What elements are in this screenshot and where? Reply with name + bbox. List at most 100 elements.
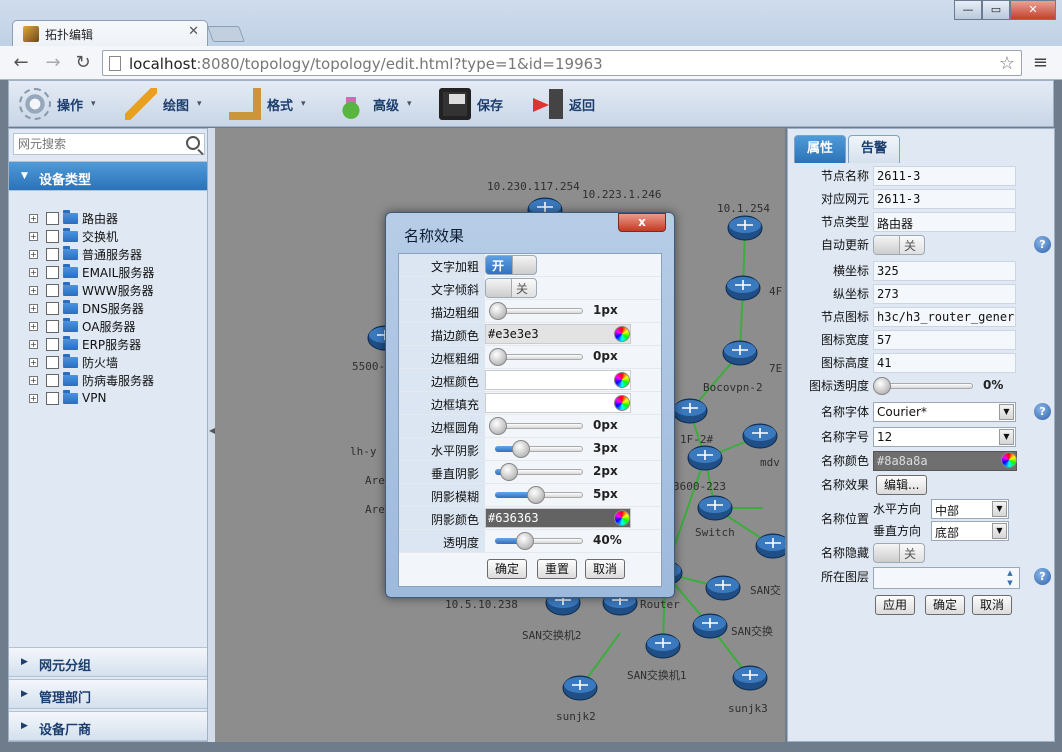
section-departments[interactable]: ▶ 管理部门 <box>9 679 207 709</box>
tree-checkbox[interactable] <box>46 391 59 405</box>
tree-checkbox[interactable] <box>46 355 59 369</box>
tree-item[interactable]: + 路由器 <box>29 209 154 227</box>
dialog-cancel-button[interactable]: 取消 <box>585 559 626 579</box>
shadow-color-field[interactable]: #636363 <box>485 508 631 528</box>
stroke-color-field[interactable]: #e3e3e3 <box>485 324 631 344</box>
help-icon[interactable]: ? <box>1034 236 1051 253</box>
expand-icon[interactable]: + <box>29 267 38 277</box>
tree-item[interactable]: + EMAIL服务器 <box>29 263 154 281</box>
tree-item[interactable]: + 防火墙 <box>29 353 154 371</box>
help-icon[interactable]: ? <box>1034 403 1051 420</box>
expand-icon[interactable]: + <box>29 285 38 295</box>
edit-effect-button[interactable]: 编辑... <box>876 475 928 495</box>
router-node-icon[interactable] <box>705 575 741 601</box>
color-picker-icon[interactable] <box>1001 452 1017 468</box>
tree-checkbox[interactable] <box>46 229 59 243</box>
expand-icon[interactable]: + <box>29 339 38 349</box>
panel-splitter[interactable]: ◀ <box>208 128 215 742</box>
bookmark-star-icon[interactable]: ☆ <box>999 53 1015 74</box>
shadow-blur-slider[interactable] <box>489 486 583 504</box>
x-coord-field[interactable]: 325 <box>873 261 1016 281</box>
v-direction-select[interactable]: 底部 ▼ <box>931 521 1009 541</box>
node-name-field[interactable]: 2611-3 <box>873 166 1016 186</box>
border-width-slider[interactable] <box>489 348 583 366</box>
address-bar[interactable]: localhost:8080/topology/topology/edit.ht… <box>102 50 1022 76</box>
expand-icon[interactable]: + <box>29 213 38 223</box>
color-picker-icon[interactable] <box>614 395 630 411</box>
transparency-slider[interactable] <box>489 532 583 550</box>
tree-checkbox[interactable] <box>46 211 59 225</box>
apply-button[interactable]: 应用 <box>875 595 916 615</box>
icon-width-field[interactable]: 57 <box>873 330 1016 350</box>
expand-icon[interactable]: + <box>29 393 38 403</box>
color-picker-icon[interactable] <box>614 510 630 526</box>
border-color-field[interactable] <box>485 370 631 390</box>
router-node-icon[interactable] <box>755 533 785 559</box>
back-arrow-icon[interactable]: ← <box>10 52 32 73</box>
tree-item[interactable]: + VPN <box>29 389 154 407</box>
tree-checkbox[interactable] <box>46 337 59 351</box>
tree-checkbox[interactable] <box>46 319 59 333</box>
expand-icon[interactable]: + <box>29 249 38 259</box>
dialog-reset-button[interactable]: 重置 <box>537 559 578 579</box>
tree-checkbox[interactable] <box>46 373 59 387</box>
forward-arrow-icon[interactable]: → <box>42 52 64 73</box>
bold-toggle[interactable]: 开 <box>485 255 537 275</box>
y-coord-field[interactable]: 273 <box>873 284 1016 304</box>
tree-item[interactable]: + OA服务器 <box>29 317 154 335</box>
h-direction-select[interactable]: 中部 ▼ <box>931 499 1009 519</box>
name-font-size-select[interactable]: 12 ▼ <box>873 427 1016 447</box>
node-type-field[interactable]: 路由器 <box>873 212 1016 232</box>
tab-properties[interactable]: 属性 <box>794 135 846 163</box>
color-picker-icon[interactable] <box>614 326 630 342</box>
router-node-icon[interactable] <box>562 675 598 701</box>
node-icon-field[interactable]: h3c/h3_router_general.s <box>873 307 1016 327</box>
ne-search-input[interactable] <box>14 134 182 154</box>
layer-spinner[interactable]: ▲ ▼ <box>873 567 1020 589</box>
router-node-icon[interactable] <box>672 398 708 424</box>
router-node-icon[interactable] <box>727 215 763 241</box>
router-node-icon[interactable] <box>687 445 723 471</box>
icon-height-field[interactable]: 41 <box>873 353 1016 373</box>
router-node-icon[interactable] <box>725 275 761 301</box>
tab-alarms[interactable]: 告警 <box>848 135 900 163</box>
browser-tab[interactable]: 拓扑编辑 ✕ <box>12 20 208 46</box>
section-device-types[interactable]: ▼ 设备类型 <box>9 161 207 191</box>
minimize-button[interactable]: — <box>954 0 982 20</box>
back-button[interactable]: 返回 <box>531 86 595 122</box>
search-icon[interactable] <box>186 136 200 150</box>
expand-icon[interactable]: + <box>29 321 38 331</box>
router-node-icon[interactable] <box>742 423 778 449</box>
operate-menu-button[interactable]: 操作 ▾ <box>19 86 96 122</box>
tree-checkbox[interactable] <box>46 283 59 297</box>
tree-checkbox[interactable] <box>46 247 59 261</box>
v-shadow-slider[interactable] <box>489 463 583 481</box>
router-node-icon[interactable] <box>732 665 768 691</box>
icon-opacity-slider[interactable] <box>873 377 973 395</box>
tree-item[interactable]: + 普通服务器 <box>29 245 154 263</box>
border-radius-slider[interactable] <box>489 417 583 435</box>
tree-item[interactable]: + DNS服务器 <box>29 299 154 317</box>
maximize-button[interactable]: ▭ <box>982 0 1010 20</box>
expand-icon[interactable]: + <box>29 357 38 367</box>
stroke-width-slider[interactable] <box>489 302 583 320</box>
expand-icon[interactable]: + <box>29 375 38 385</box>
color-picker-icon[interactable] <box>614 372 630 388</box>
router-node-icon[interactable] <box>645 633 681 659</box>
dialog-ok-button[interactable]: 确定 <box>487 559 528 579</box>
tree-item[interactable]: + ERP服务器 <box>29 335 154 353</box>
reload-icon[interactable]: ↻ <box>72 52 94 73</box>
section-ne-groups[interactable]: ▶ 网元分组 <box>9 647 207 677</box>
ne-field[interactable]: 2611-3 <box>873 189 1016 209</box>
name-color-field[interactable]: #8a8a8a <box>873 451 1017 471</box>
tree-item[interactable]: + 交换机 <box>29 227 154 245</box>
tree-checkbox[interactable] <box>46 301 59 315</box>
expand-icon[interactable]: + <box>29 303 38 313</box>
tree-checkbox[interactable] <box>46 265 59 279</box>
router-node-icon[interactable] <box>722 340 758 366</box>
save-button[interactable]: 保存 <box>439 86 503 122</box>
tree-item[interactable]: + WWW服务器 <box>29 281 154 299</box>
ok-button[interactable]: 确定 <box>925 595 966 615</box>
border-fill-field[interactable] <box>485 393 631 413</box>
expand-icon[interactable]: + <box>29 231 38 241</box>
